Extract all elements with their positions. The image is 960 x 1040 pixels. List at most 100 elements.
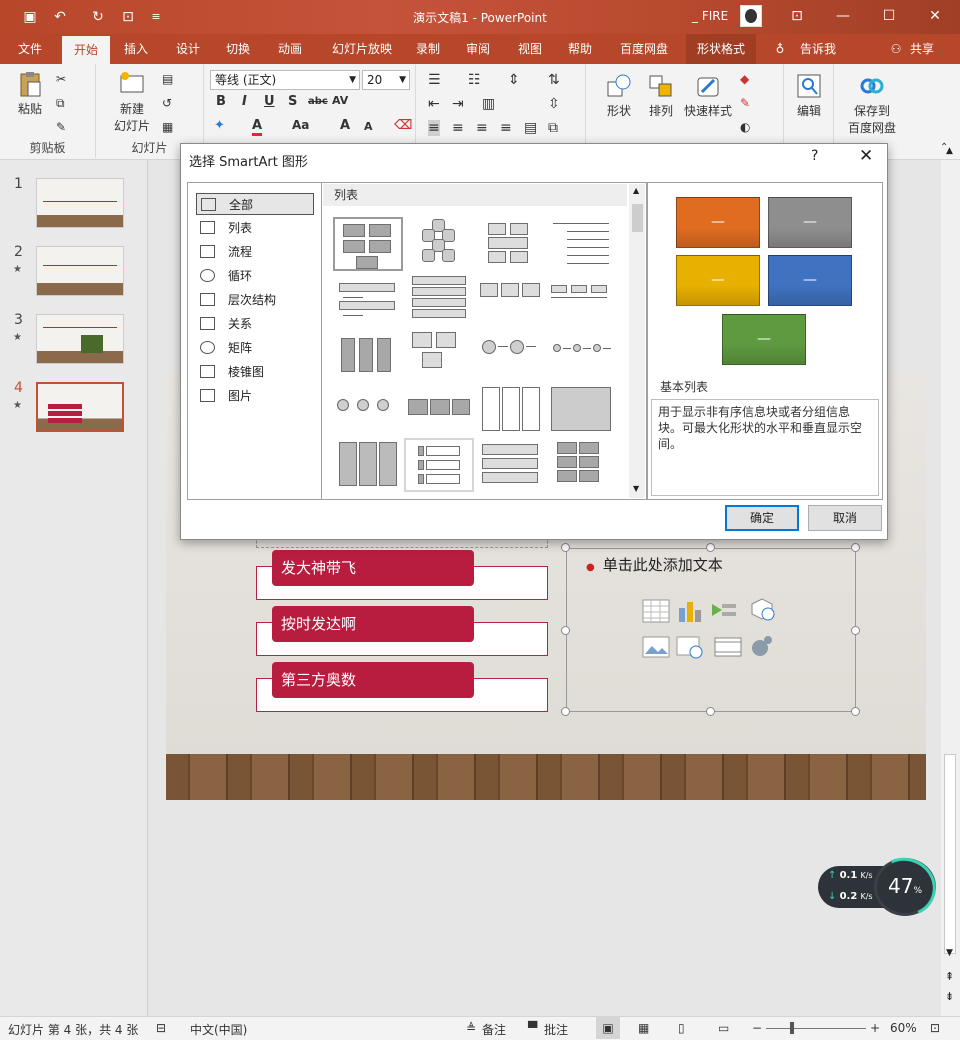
category-pyramid[interactable]: 棱锥图 — [196, 361, 314, 383]
slide-thumbnail-2[interactable] — [36, 246, 124, 296]
list-item-label[interactable]: 发大神带飞 — [272, 550, 474, 586]
tell-me[interactable]: 告诉我 — [794, 34, 842, 64]
close-icon[interactable]: ✕ — [912, 0, 958, 34]
language[interactable]: 中文(中国) — [190, 1021, 247, 1038]
layout-hexagon-cluster[interactable] — [404, 217, 474, 271]
layout-grouped-blocks[interactable] — [476, 217, 546, 271]
layout-tab-list[interactable] — [476, 438, 546, 492]
layout-vertical-bracket-list[interactable] — [404, 438, 474, 492]
format-painter-icon[interactable]: ✎ — [56, 120, 66, 134]
category-process[interactable]: 流程 — [196, 241, 314, 263]
scroll-thumb[interactable] — [944, 754, 956, 954]
vertical-scrollbar[interactable]: ▲ ▼ ⇞ ⇟ — [941, 146, 960, 1016]
slide-thumbnail-4[interactable] — [36, 382, 124, 432]
tab-file[interactable]: 文件 — [6, 34, 54, 64]
close-icon[interactable]: ✕ — [859, 146, 873, 166]
gallery-scrollbar[interactable]: ▲ ▼ — [629, 184, 645, 498]
strikethrough-button[interactable]: abc — [308, 96, 328, 107]
user-name[interactable]: _ FIRE — [692, 9, 728, 23]
shape-effects-icon[interactable]: ◐ — [740, 120, 750, 134]
new-slide-button[interactable]: 新建 幻灯片 — [104, 70, 160, 134]
maximize-icon[interactable]: ☐ — [866, 0, 912, 34]
accessibility-icon[interactable]: ⊟ — [156, 1021, 166, 1035]
save-baidu-button[interactable]: 保存到 百度网盘 — [840, 72, 904, 136]
layout-table-list[interactable] — [547, 383, 617, 437]
tab-help[interactable]: 帮助 — [558, 34, 602, 64]
layout-circle-list[interactable] — [476, 328, 546, 382]
tab-insert[interactable]: 插入 — [114, 34, 158, 64]
font-size-select[interactable]: 20 ▼ — [362, 70, 410, 90]
tab-slideshow[interactable]: 幻灯片放映 — [322, 34, 402, 64]
align-text-icon[interactable]: ⇳ — [548, 96, 560, 112]
normal-view-icon[interactable]: ▣ — [596, 1017, 620, 1039]
next-slide-icon[interactable]: ⇟ — [945, 990, 954, 1003]
shadow-button[interactable]: S — [288, 94, 297, 109]
quick-styles-button[interactable]: 快速样式 — [682, 72, 734, 119]
layout-dot-list[interactable] — [547, 328, 617, 382]
change-case-button[interactable]: Aa — [292, 118, 309, 132]
tab-transitions[interactable]: 切换 — [216, 34, 260, 64]
font-color-button[interactable]: A — [252, 118, 263, 136]
insert-picture-icon[interactable] — [642, 634, 670, 660]
shape-outline-icon[interactable]: ✎ — [740, 96, 750, 110]
layout-half-circle-list[interactable] — [333, 383, 403, 437]
resize-handle[interactable] — [561, 707, 570, 716]
slideshow-icon[interactable]: ▭ — [718, 1021, 729, 1035]
comments-icon[interactable]: ▀ — [528, 1021, 537, 1035]
category-picture[interactable]: 图片 — [196, 385, 314, 407]
scroll-up-icon[interactable]: ▲ — [633, 186, 639, 195]
copy-icon[interactable]: ⧉ — [56, 96, 65, 111]
list-item-label[interactable]: 第三方奥数 — [272, 662, 474, 698]
zoom-slider-thumb[interactable] — [790, 1022, 794, 1034]
insert-icons-icon[interactable] — [748, 634, 776, 660]
notes-icon[interactable]: ≜ — [466, 1021, 476, 1035]
tab-record[interactable]: 录制 — [406, 34, 450, 64]
layout-vertical-bullet-list[interactable] — [333, 273, 403, 327]
tab-animations[interactable]: 动画 — [268, 34, 312, 64]
bold-button[interactable]: B — [216, 94, 226, 109]
distribute-icon[interactable]: ▤ — [524, 120, 537, 136]
ribbon-display-icon[interactable]: ⊡ — [774, 0, 820, 34]
font-name-select[interactable]: 等线 (正文) ▼ — [210, 70, 360, 90]
tab-design[interactable]: 设计 — [166, 34, 210, 64]
layout-basic-list[interactable] — [333, 217, 403, 271]
edit-button[interactable]: 编辑 — [790, 72, 828, 119]
tab-view[interactable]: 视图 — [508, 34, 552, 64]
section-icon[interactable]: ▦ — [162, 120, 173, 134]
shrink-font-button[interactable]: A — [364, 120, 373, 133]
scroll-up-icon[interactable]: ▲ — [946, 146, 953, 156]
layout-segmented-list[interactable] — [547, 438, 617, 492]
clear-format-icon[interactable]: ⌫ — [394, 118, 412, 133]
tab-home[interactable]: 开始 — [62, 36, 110, 64]
zoom-out-icon[interactable]: − — [752, 1021, 762, 1035]
resize-handle[interactable] — [851, 626, 860, 635]
paste-button[interactable]: 粘贴 — [10, 70, 50, 117]
scroll-down-icon[interactable]: ▼ — [633, 484, 639, 493]
category-hierarchy[interactable]: 层次结构 — [196, 289, 314, 311]
placeholder-text[interactable]: ● 单击此处添加文本 — [586, 554, 723, 575]
numbering-icon[interactable]: ☷ — [468, 72, 481, 88]
tab-review[interactable]: 审阅 — [456, 34, 500, 64]
zoom-level[interactable]: 60% — [890, 1021, 917, 1035]
layout-picture-blocks[interactable] — [404, 328, 474, 382]
gallery-scroll-thumb[interactable] — [632, 204, 643, 232]
insert-video-icon[interactable] — [714, 634, 742, 660]
tab-shape-format[interactable]: 形状格式 — [686, 34, 756, 64]
line-spacing-icon[interactable]: ⇕ — [508, 72, 520, 88]
char-spacing-button[interactable]: AV — [332, 94, 348, 107]
insert-table-icon[interactable] — [642, 598, 670, 624]
grow-font-button[interactable]: A — [340, 118, 350, 133]
resize-handle[interactable] — [561, 626, 570, 635]
align-right-icon[interactable]: ≡ — [476, 120, 488, 136]
cut-icon[interactable]: ✂ — [56, 72, 66, 86]
columns-icon[interactable]: ▥ — [482, 96, 495, 112]
network-speed-widget[interactable]: ↑ 0.1 K/s ↓ 0.2 K/s 47% — [818, 849, 945, 925]
minimize-icon[interactable]: — — [820, 0, 866, 34]
ok-button[interactable]: 确定 — [725, 505, 799, 531]
layout-icon[interactable]: ▤ — [162, 72, 173, 86]
layout-picture-caption-list[interactable] — [333, 438, 403, 492]
layout-vertical-box-list[interactable] — [333, 328, 403, 382]
comments-button[interactable]: 批注 — [544, 1021, 568, 1038]
scroll-down-icon[interactable]: ▼ — [946, 948, 953, 958]
reading-view-icon[interactable]: ▯ — [678, 1021, 685, 1035]
